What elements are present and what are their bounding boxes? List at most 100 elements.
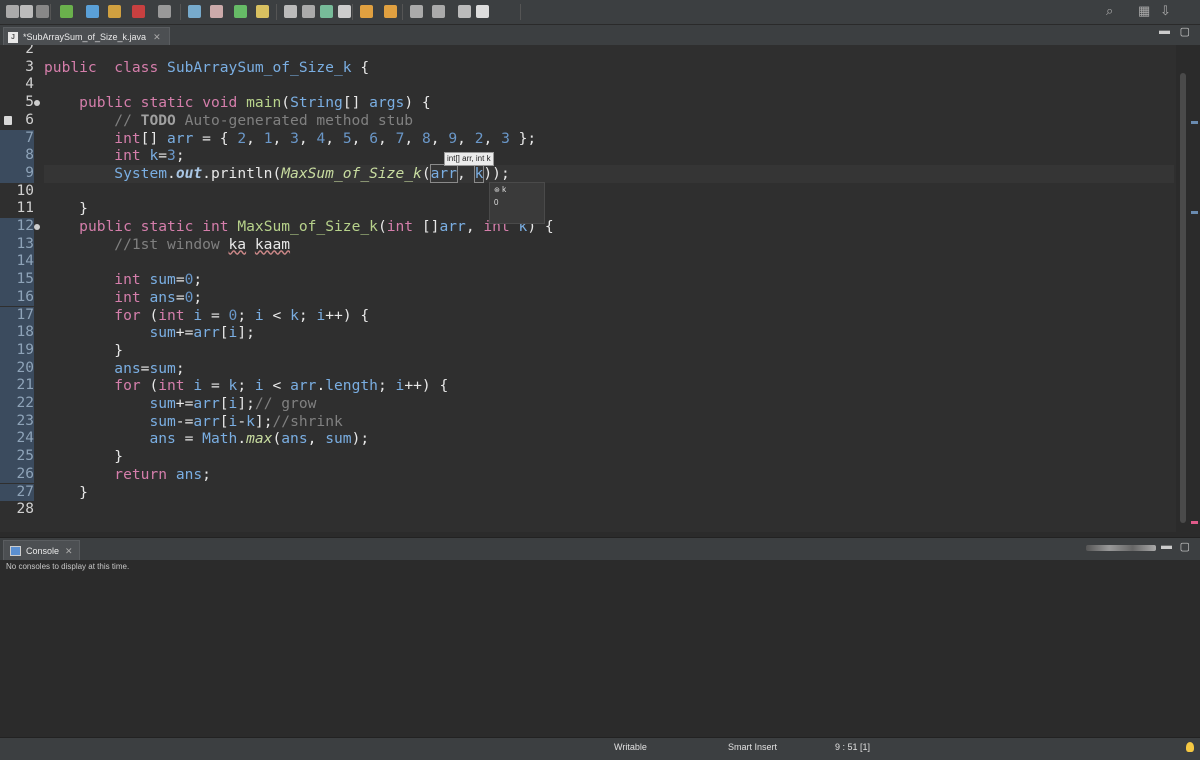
autocomplete-item[interactable]: 0 xyxy=(490,196,544,209)
toolbar-button-icon[interactable] xyxy=(256,5,269,18)
code-line[interactable]: System.out.println(MaxSum_of_Size_k(arr,… xyxy=(44,163,1174,183)
code-line[interactable]: } xyxy=(44,342,123,360)
line-number: 10 xyxy=(16,182,34,199)
line-number: 3 xyxy=(25,58,34,75)
lightbulb-icon[interactable] xyxy=(1186,742,1194,752)
console-icon xyxy=(10,546,21,556)
toolbar-button-icon[interactable] xyxy=(132,5,145,18)
toolbar-button-icon[interactable] xyxy=(6,5,19,18)
line-number: 5 xyxy=(25,94,34,111)
line-number: 13 xyxy=(0,235,34,254)
overview-marker[interactable] xyxy=(1191,211,1198,214)
task-marker-icon[interactable] xyxy=(4,115,12,125)
toolbar-button-icon[interactable] xyxy=(20,5,33,18)
line-number: 23 xyxy=(0,412,34,431)
console-toolbar-icons[interactable] xyxy=(1086,545,1156,551)
status-bar: Writable Smart Insert 9 : 51 [1] xyxy=(0,737,1200,760)
code-line[interactable]: for (int i = k; i < arr.length; i++) { xyxy=(44,377,448,395)
close-tab-icon[interactable]: ✕ xyxy=(153,32,161,43)
toolbar-button-icon[interactable] xyxy=(302,5,315,18)
editor-tab[interactable]: J *SubArraySum_of_Size_k.java ✕ xyxy=(3,27,170,46)
code-editor[interactable]: 2 3 4 5 6 7 8 9 10 11 12 13 14 15 16 17 18 19 20 21 22 23 24 25… xyxy=(0,45,1200,532)
editor-tab-bar: J *SubArraySum_of_Size_k.java ✕ ▬ ▢ xyxy=(0,25,1200,46)
line-number: 24 xyxy=(0,430,34,449)
autocomplete-item[interactable]: ⊛ k xyxy=(490,183,544,196)
toolbar-button-icon[interactable] xyxy=(86,5,99,18)
code-line[interactable]: ans=sum; xyxy=(44,360,184,378)
console-empty-message: No consoles to display at this time. xyxy=(6,562,130,571)
line-number: 17 xyxy=(0,306,34,325)
toolbar-button-icon[interactable] xyxy=(60,5,73,18)
overview-marker[interactable] xyxy=(1191,121,1198,124)
code-line[interactable]: public class SubArraySum_of_Size_k { xyxy=(44,59,369,77)
code-line[interactable]: int[] arr = { 2, 1, 3, 4, 5, 6, 7, 8, 9,… xyxy=(44,130,536,148)
code-line[interactable]: } xyxy=(44,484,88,502)
toolbar-button-icon[interactable] xyxy=(36,5,49,18)
code-line[interactable]: int ans=0; xyxy=(44,289,202,307)
toolbar-button-icon[interactable] xyxy=(476,5,489,18)
line-number: 19 xyxy=(0,341,34,360)
code-line[interactable]: return ans; xyxy=(44,466,211,484)
perspective-icon[interactable]: ▦ xyxy=(1138,3,1150,19)
toolbar-button-icon[interactable] xyxy=(284,5,297,18)
minimize-icon[interactable]: ▬ xyxy=(1159,25,1170,37)
maximize-icon[interactable]: ▢ xyxy=(1180,25,1190,38)
line-number: 7 xyxy=(0,129,34,148)
code-line[interactable]: sum+=arr[i]; xyxy=(44,324,254,342)
scrollbar-thumb[interactable] xyxy=(1180,73,1186,523)
vertical-scrollbar[interactable] xyxy=(1176,45,1200,532)
toolbar-button-icon[interactable] xyxy=(320,5,333,18)
toolbar-button-icon[interactable] xyxy=(384,5,397,18)
toolbar-button-icon[interactable] xyxy=(338,5,351,18)
toolbar-button-icon[interactable] xyxy=(108,5,121,18)
code-line[interactable]: sum-=arr[i-k];//shrink xyxy=(44,413,342,431)
line-number: 27 xyxy=(0,483,34,502)
code-line[interactable]: int sum=0; xyxy=(44,271,202,289)
console-tab-bar: Console ✕ ▬ ▢ xyxy=(0,537,1200,561)
autocomplete-popup[interactable]: ⊛ k 0 xyxy=(489,182,545,224)
code-line[interactable]: } xyxy=(44,448,123,466)
line-number-gutter: 2 3 4 5 6 7 8 9 10 11 12 13 14 15 16 17 18 19 20 21 22 23 24 25… xyxy=(0,45,42,532)
code-line[interactable]: //1st window ka kaam xyxy=(44,236,290,254)
toolbar-button-icon[interactable] xyxy=(210,5,223,18)
line-number: 16 xyxy=(0,288,34,307)
search-icon[interactable]: ⌕ xyxy=(1106,3,1113,19)
code-line[interactable]: public static void main(String[] args) { xyxy=(44,94,431,112)
toolbar-button-icon[interactable] xyxy=(360,5,373,18)
line-number: 21 xyxy=(0,377,34,395)
line-number: 15 xyxy=(0,271,34,289)
toolbar-separator xyxy=(276,4,277,20)
line-number: 22 xyxy=(0,395,34,413)
toolbar-button-icon[interactable] xyxy=(188,5,201,18)
line-number: 26 xyxy=(0,465,34,484)
code-line[interactable]: } xyxy=(44,200,88,218)
java-perspective-icon[interactable]: ⇩ xyxy=(1160,3,1171,19)
line-number: 28 xyxy=(16,501,34,518)
overview-marker[interactable] xyxy=(1191,521,1198,524)
editor-tab-title: *SubArraySum_of_Size_k.java xyxy=(23,32,147,42)
toolbar-button-icon[interactable] xyxy=(158,5,171,18)
code-line[interactable]: // TODO Auto-generated method stub xyxy=(44,112,413,130)
fold-toggle-icon[interactable] xyxy=(34,100,40,107)
minimize-console-icon[interactable]: ▬ xyxy=(1161,540,1172,552)
close-console-icon[interactable]: ✕ xyxy=(65,546,73,557)
line-number: 14 xyxy=(0,253,34,272)
console-tab[interactable]: Console ✕ xyxy=(3,540,80,561)
code-line[interactable]: ans = Math.max(ans, sum); xyxy=(44,430,369,448)
fold-toggle-icon[interactable] xyxy=(34,224,40,230)
cursor-position-status: 9 : 51 [1] xyxy=(835,742,871,752)
toolbar-button-icon[interactable] xyxy=(410,5,423,18)
toolbar-button-icon[interactable] xyxy=(458,5,471,18)
code-line[interactable]: for (int i = 0; i < k; i++) { xyxy=(44,307,369,325)
code-line[interactable]: sum+=arr[i];// grow xyxy=(44,395,316,413)
toolbar-button-icon[interactable] xyxy=(432,5,445,18)
line-number: 8 xyxy=(0,147,34,165)
code-line[interactable]: public static int MaxSum_of_Size_k(int [… xyxy=(44,218,554,236)
maximize-console-icon[interactable]: ▢ xyxy=(1180,540,1190,553)
parameter-hint-tooltip: int[] arr, int k xyxy=(444,152,494,166)
insert-mode-status: Smart Insert xyxy=(728,742,778,752)
toolbar-button-icon[interactable] xyxy=(234,5,247,18)
line-number: 18 xyxy=(0,324,34,342)
console-view[interactable]: No consoles to display at this time. xyxy=(0,560,1200,736)
code-line[interactable]: int k=3; xyxy=(44,147,184,165)
